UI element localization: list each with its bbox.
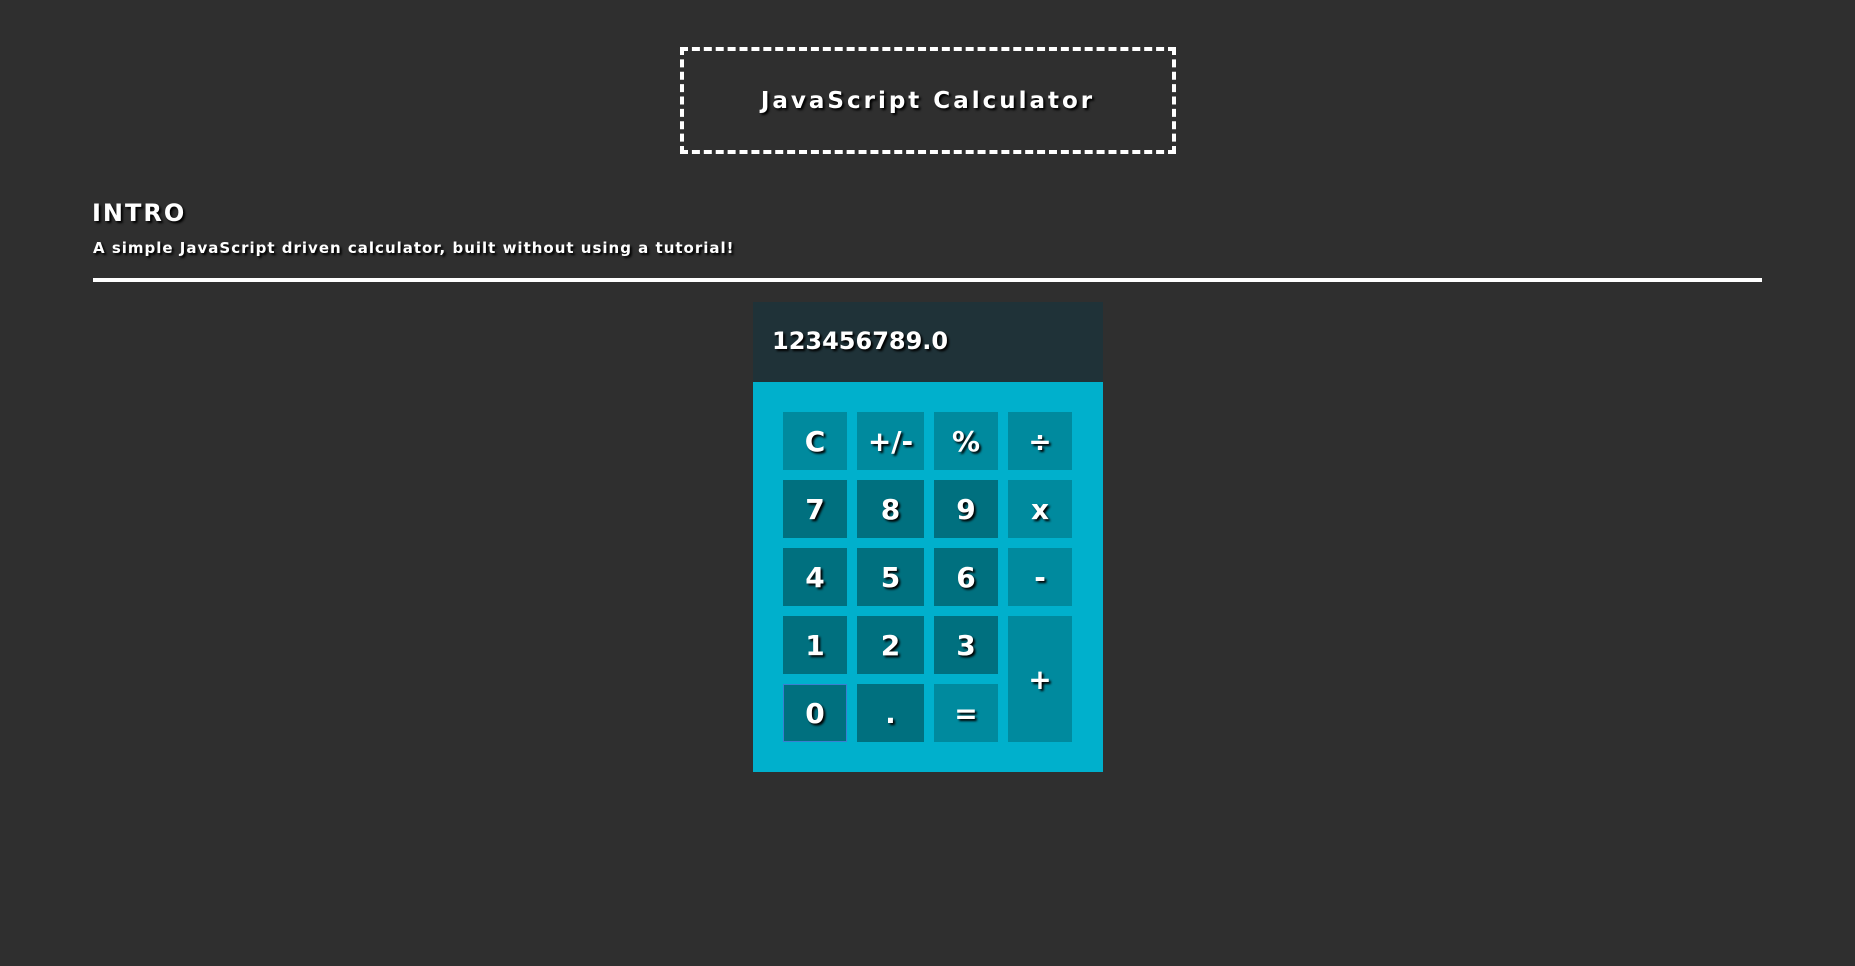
subtract-button[interactable]: - bbox=[1008, 548, 1072, 606]
intro-heading: INTRO bbox=[92, 199, 187, 227]
calculator: 123456789.0 C +/- % ÷ 7 8 9 x 4 5 6 - 1 … bbox=[753, 302, 1103, 772]
digit-8-button[interactable]: 8 bbox=[857, 480, 924, 538]
digit-9-button[interactable]: 9 bbox=[934, 480, 998, 538]
page-title: JavaScript Calculator bbox=[760, 87, 1096, 114]
multiply-button[interactable]: x bbox=[1008, 480, 1072, 538]
clear-button[interactable]: C bbox=[783, 412, 847, 470]
sign-toggle-button[interactable]: +/- bbox=[857, 412, 924, 470]
display-value: 123456789.0 bbox=[772, 327, 949, 355]
percent-button[interactable]: % bbox=[934, 412, 998, 470]
divide-button[interactable]: ÷ bbox=[1008, 412, 1072, 470]
digit-5-button[interactable]: 5 bbox=[857, 548, 924, 606]
page-header: JavaScript Calculator bbox=[680, 47, 1176, 154]
digit-4-button[interactable]: 4 bbox=[783, 548, 847, 606]
digit-2-button[interactable]: 2 bbox=[857, 616, 924, 674]
digit-3-button[interactable]: 3 bbox=[934, 616, 998, 674]
intro-text: A simple JavaScript driven calculator, b… bbox=[93, 239, 735, 257]
equals-button[interactable]: = bbox=[934, 684, 998, 742]
digit-7-button[interactable]: 7 bbox=[783, 480, 847, 538]
digit-1-button[interactable]: 1 bbox=[783, 616, 847, 674]
decimal-button[interactable]: . bbox=[857, 684, 924, 742]
digit-0-button[interactable]: 0 bbox=[783, 684, 847, 742]
add-button[interactable]: + bbox=[1008, 616, 1072, 742]
calculator-display: 123456789.0 bbox=[753, 302, 1103, 382]
digit-6-button[interactable]: 6 bbox=[934, 548, 998, 606]
divider bbox=[93, 278, 1762, 282]
